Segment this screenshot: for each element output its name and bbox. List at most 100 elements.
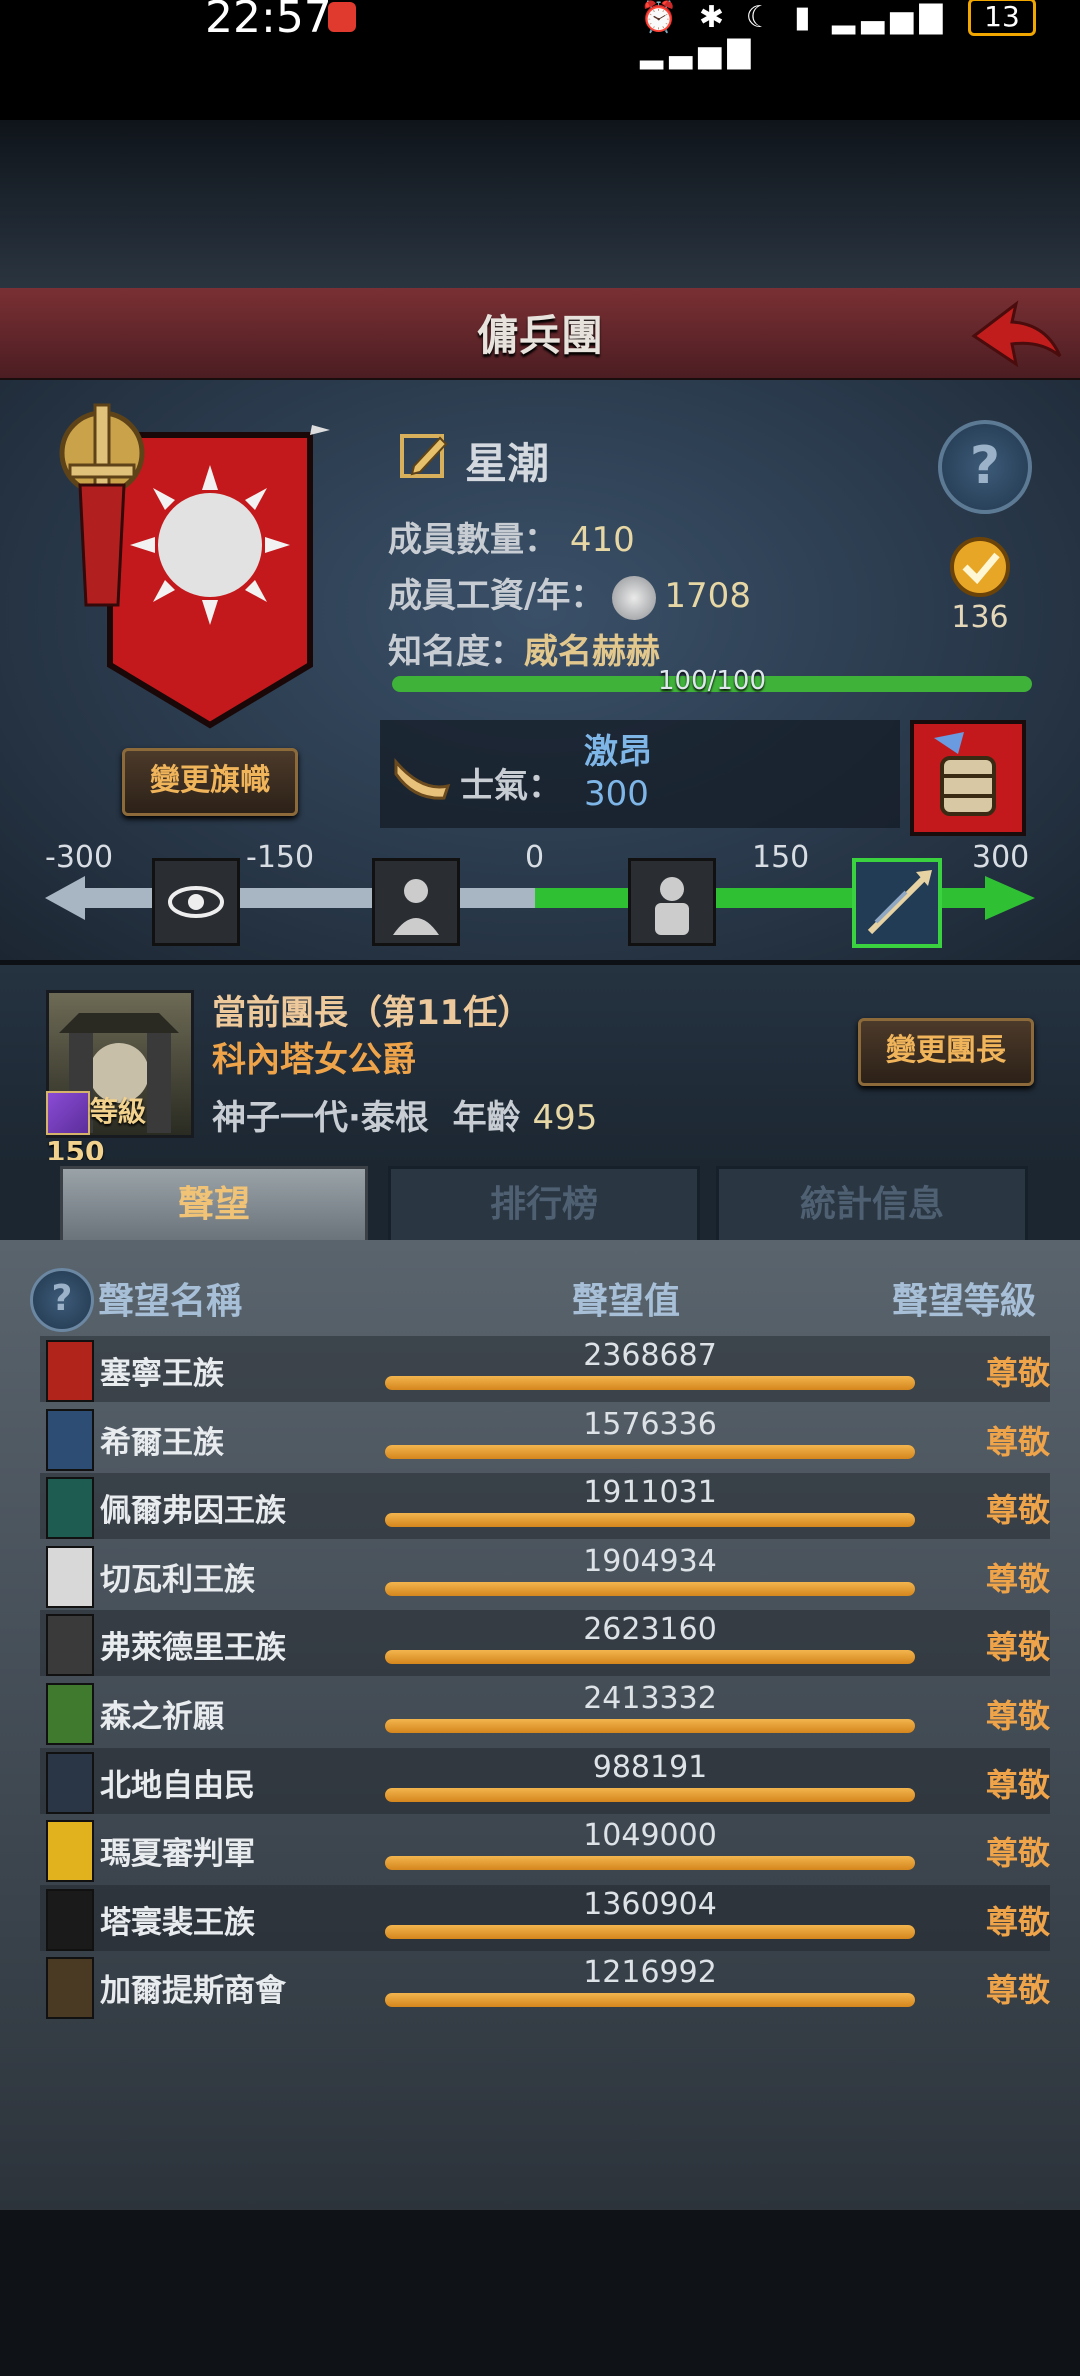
background-fog <box>0 120 1080 290</box>
silver-coin-icon <box>612 575 657 620</box>
back-arrow-icon[interactable] <box>966 294 1066 372</box>
title-bar: 傭兵團 <box>0 288 1080 382</box>
reputation-level: 尊敬 <box>985 1491 1050 1529</box>
reputation-bar-fill <box>385 1788 915 1802</box>
reputation-help-button[interactable]: ? <box>30 1268 94 1332</box>
column-header-level: 聲望等級 <box>892 1281 1037 1322</box>
level-star-icon <box>46 1091 90 1135</box>
faction-crest-icon <box>46 1614 94 1676</box>
faction-crest-icon <box>46 1957 94 2019</box>
reputation-level: 尊敬 <box>985 1628 1050 1666</box>
reputation-level: 尊敬 <box>985 1971 1050 2009</box>
achievement-icon[interactable] <box>935 535 1025 605</box>
faction-name: 佩爾弗因王族 <box>100 1493 286 1529</box>
morale-icon-despair-eye[interactable] <box>152 858 240 946</box>
reputation-value: 2368687 <box>583 1338 717 1373</box>
reputation-bar <box>385 1788 915 1802</box>
reputation-value: 1576336 <box>583 1407 717 1442</box>
faction-crest-icon <box>46 1820 94 1882</box>
reputation-row[interactable]: 北地自由民 988191 尊敬 <box>40 1748 1050 1814</box>
scale-tick-300: 300 <box>972 840 1030 875</box>
age-value: 495 <box>532 1098 598 1138</box>
faction-crest-icon <box>46 1752 94 1814</box>
reputation-row[interactable]: 加爾提斯商會 1216992 尊敬 <box>40 1953 1050 2019</box>
members-label: 成員數量： <box>388 520 558 560</box>
faction-crest-icon <box>46 1683 94 1745</box>
reputation-bar-fill <box>385 1856 915 1870</box>
reputation-row[interactable]: 弗萊德里王族 2623160 尊敬 <box>40 1610 1050 1676</box>
reputation-bar <box>385 1856 915 1870</box>
reputation-row[interactable]: 森之祈願 2413332 尊敬 <box>40 1679 1050 1745</box>
reputation-value: 2623160 <box>583 1612 717 1647</box>
morale-icon-excited-active[interactable] <box>852 858 942 948</box>
reputation-bar <box>385 1582 915 1596</box>
morale-icon-sorrow[interactable] <box>372 858 460 946</box>
faction-crest-icon <box>46 1477 94 1539</box>
faction-crest-icon <box>46 1409 94 1471</box>
reputation-bar <box>385 1719 915 1733</box>
tab-ranking[interactable]: 排行榜 <box>388 1166 700 1244</box>
reputation-value: 1216992 <box>583 1955 717 1990</box>
salary-value: 1708 <box>664 576 751 616</box>
reputation-value: 2413332 <box>583 1681 717 1716</box>
help-button[interactable]: ? <box>938 420 1032 514</box>
reputation-level: 尊敬 <box>985 1354 1050 1392</box>
reputation-value: 988191 <box>592 1750 708 1785</box>
salary-label: 成員工資/年： <box>388 576 605 616</box>
reputation-row[interactable]: 切瓦利王族 1904934 尊敬 <box>40 1542 1050 1608</box>
members-value: 410 <box>569 520 635 560</box>
age-label: 年齡 <box>452 1098 521 1138</box>
reputation-row[interactable]: 瑪夏審判軍 1049000 尊敬 <box>40 1816 1050 1882</box>
reputation-bar-fill <box>385 1513 915 1527</box>
scale-tick-minus-150: -150 <box>246 840 315 875</box>
reputation-bar <box>385 1376 915 1390</box>
tab-reputation[interactable]: 聲望 <box>60 1166 368 1241</box>
faction-crest-icon <box>46 1889 94 1951</box>
barrel-item-icon[interactable] <box>910 720 1026 836</box>
reputation-bar-fill <box>385 1582 915 1596</box>
leader-info: 神子一代·泰根 年齡 495 <box>212 1090 597 1139</box>
faction-name: 加爾提斯商會 <box>100 1973 286 2009</box>
status-bar: 22:57 ⏰ ✱ ☾ ▮ ▂▃▅▇ ▂▃▅▇ 13 <box>0 0 1080 120</box>
reputation-level: 尊敬 <box>985 1834 1050 1872</box>
bottom-background <box>0 2210 1080 2376</box>
faction-crest-icon <box>46 1340 94 1402</box>
scale-tick-0: 0 <box>525 840 545 875</box>
leader-level-badge: 等級150 <box>46 1090 196 1168</box>
reputation-value: 1049000 <box>583 1818 717 1853</box>
reputation-value: 1360904 <box>583 1887 717 1922</box>
leader-title: 當前團長（第11任） <box>212 993 532 1033</box>
reputation-bar <box>385 1650 915 1664</box>
reputation-row[interactable]: 希爾王族 1576336 尊敬 <box>40 1405 1050 1471</box>
salary-stat: 成員工資/年： 1708 <box>388 568 751 620</box>
faction-name: 北地自由民 <box>100 1768 255 1804</box>
reputation-row[interactable]: 佩爾弗因王族 1911031 尊敬 <box>40 1473 1050 1539</box>
reputation-bar <box>385 1445 915 1459</box>
faction-name: 瑪夏審判軍 <box>100 1836 255 1872</box>
screen-record-icon <box>328 2 356 32</box>
reputation-row[interactable]: 塞寧王族 2368687 尊敬 <box>40 1336 1050 1402</box>
faction-name: 切瓦利王族 <box>100 1562 255 1598</box>
reputation-value: 1904934 <box>583 1544 717 1579</box>
reputation-level: 尊敬 <box>985 1766 1050 1804</box>
morale-icon-calm[interactable] <box>628 858 716 946</box>
mercenary-group-name: 星潮 <box>465 439 550 488</box>
achievement-count: 136 <box>951 600 1009 635</box>
change-leader-button[interactable]: 變更團長 <box>858 1018 1034 1086</box>
column-header-value: 聲望值 <box>572 1281 681 1322</box>
reputation-level: 尊敬 <box>985 1560 1050 1598</box>
reputation-row[interactable]: 塔寰裴王族 1360904 尊敬 <box>40 1885 1050 1951</box>
tab-statistics[interactable]: 統計信息 <box>716 1166 1028 1244</box>
scale-tick-minus-300: -300 <box>45 840 114 875</box>
morale-state: 激昂 <box>584 732 652 772</box>
page-title: 傭兵團 <box>476 311 603 360</box>
reputation-level: 尊敬 <box>985 1423 1050 1461</box>
reputation-bar-fill <box>385 1650 915 1664</box>
faction-name: 塔寰裴王族 <box>100 1905 255 1941</box>
faction-name: 弗萊德里王族 <box>100 1630 286 1666</box>
faction-name: 塞寧王族 <box>100 1356 224 1392</box>
change-banner-button[interactable]: 變更旗幟 <box>122 748 298 816</box>
guild-banner-emblem <box>59 403 330 729</box>
edit-name-icon[interactable] <box>398 428 452 482</box>
scale-tick-150: 150 <box>752 840 810 875</box>
